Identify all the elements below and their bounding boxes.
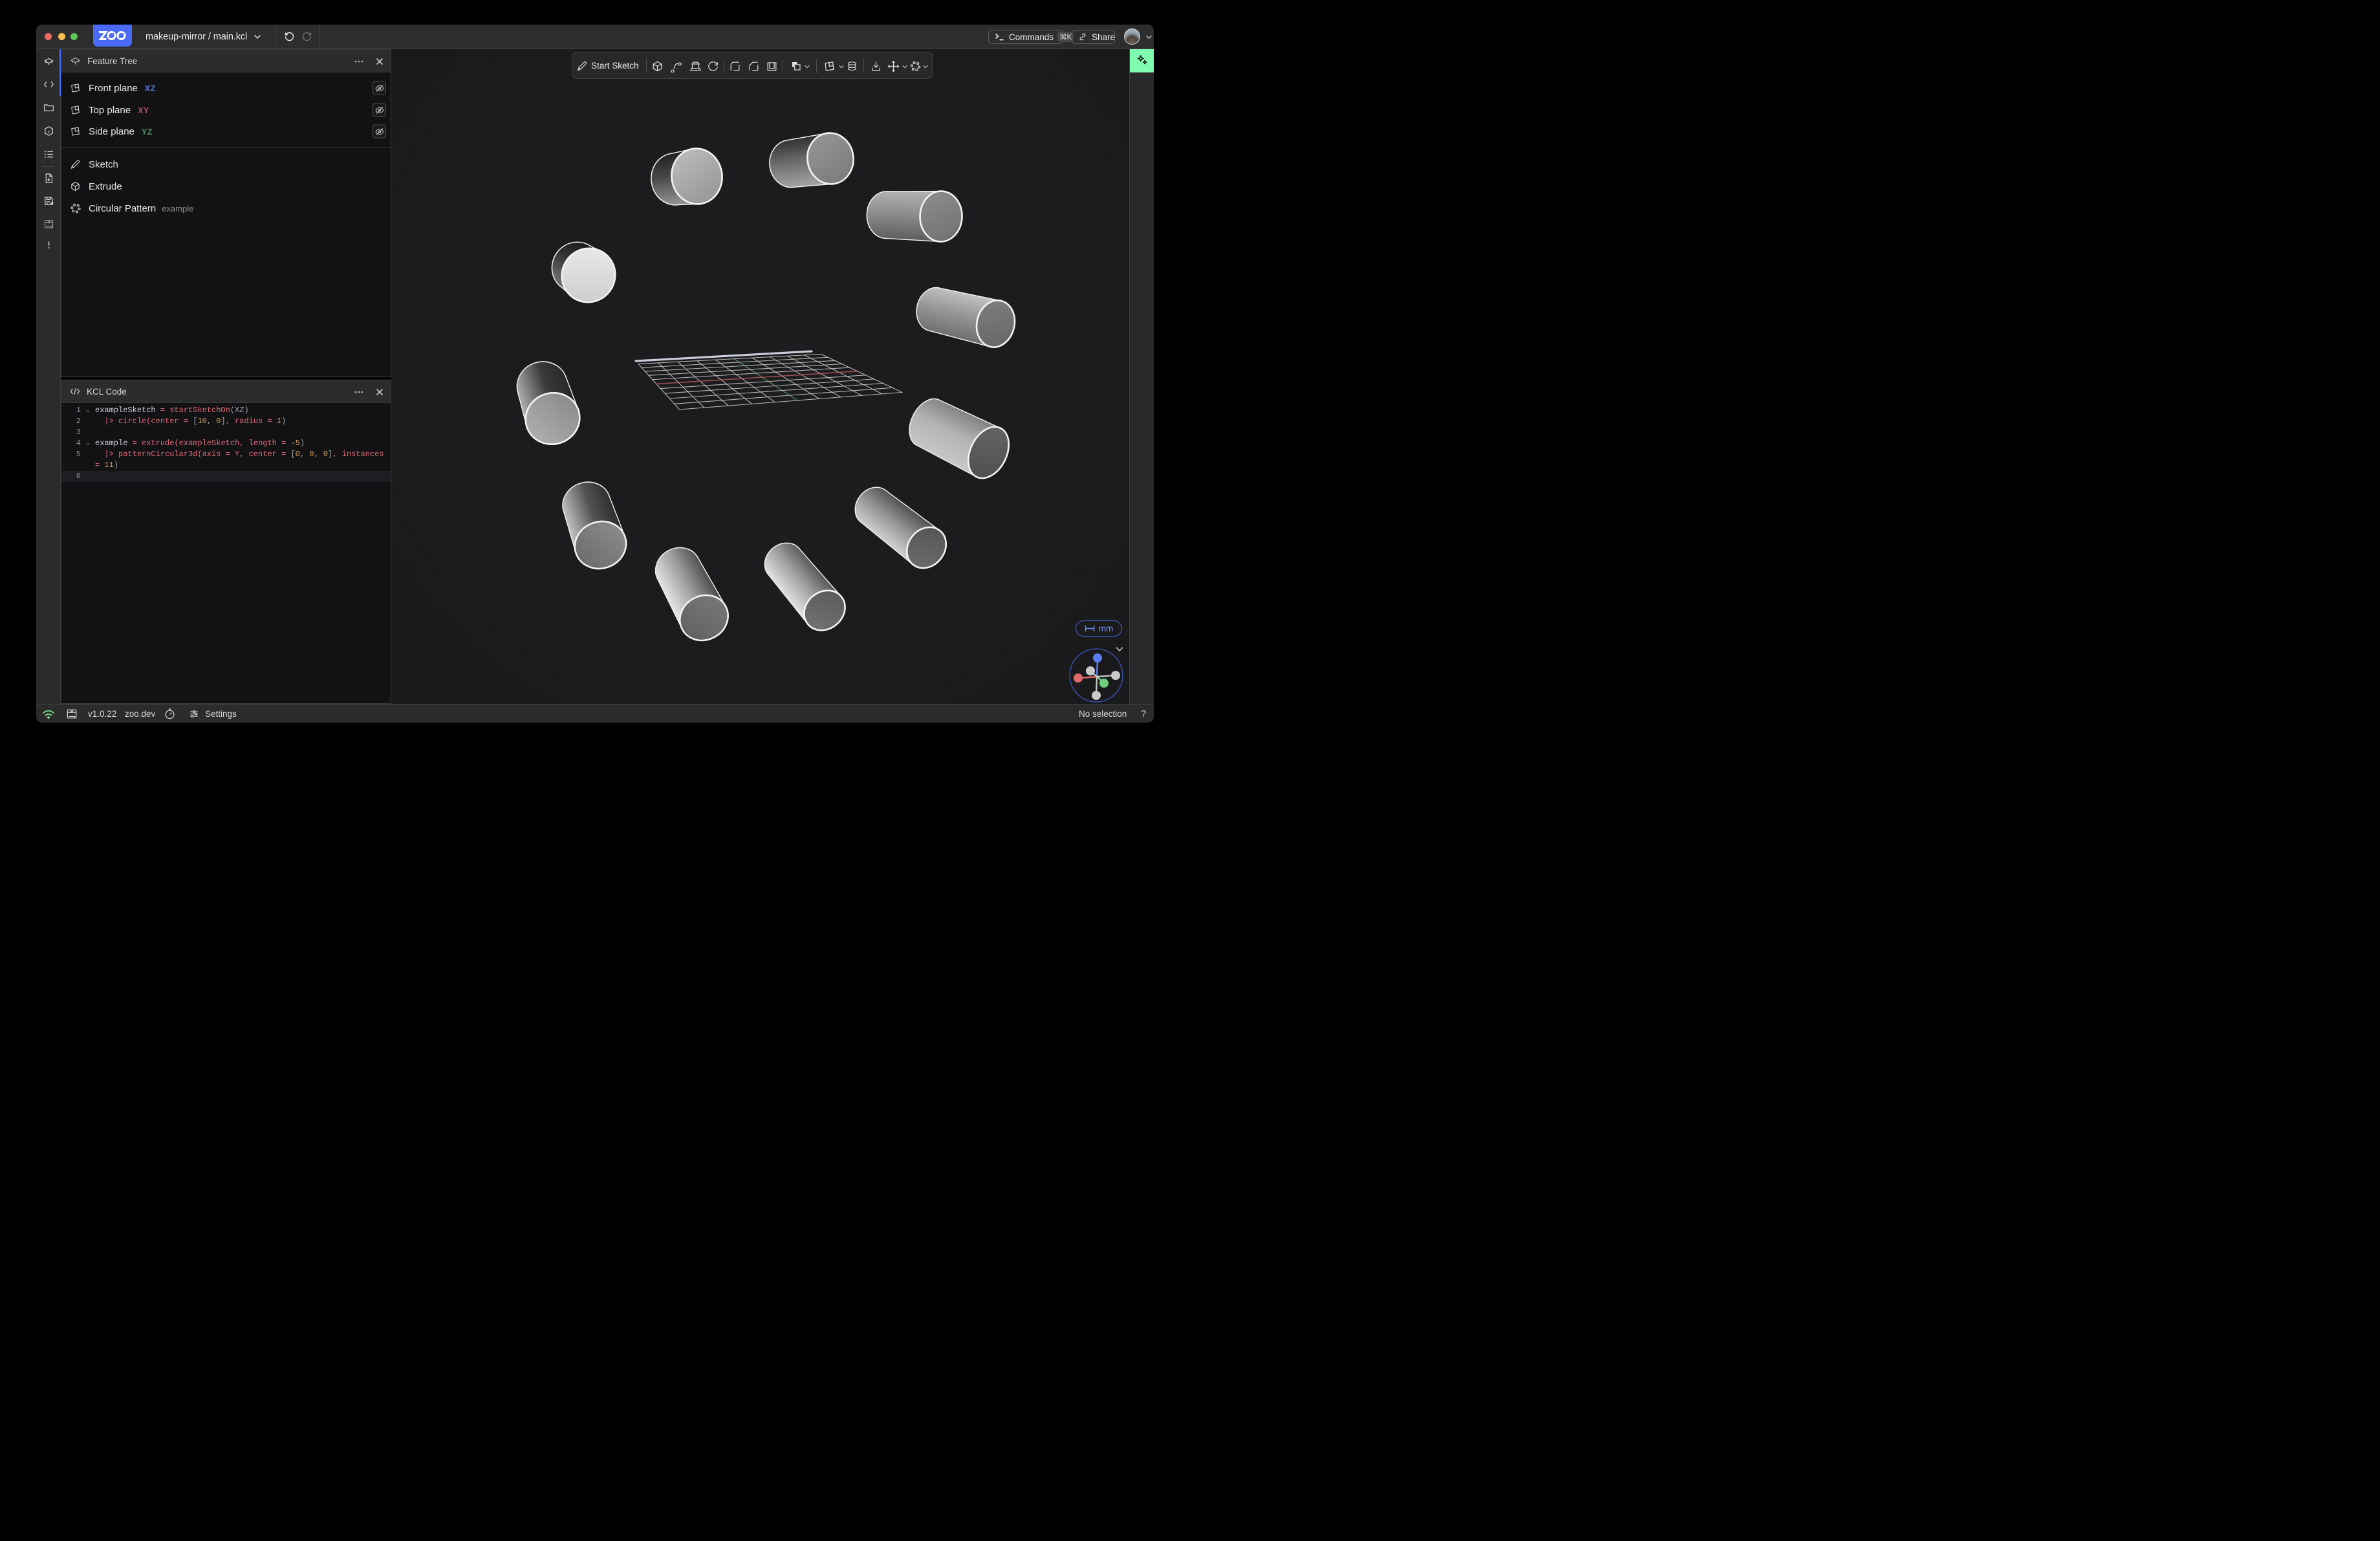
svg-text:x: x [47,128,50,134]
